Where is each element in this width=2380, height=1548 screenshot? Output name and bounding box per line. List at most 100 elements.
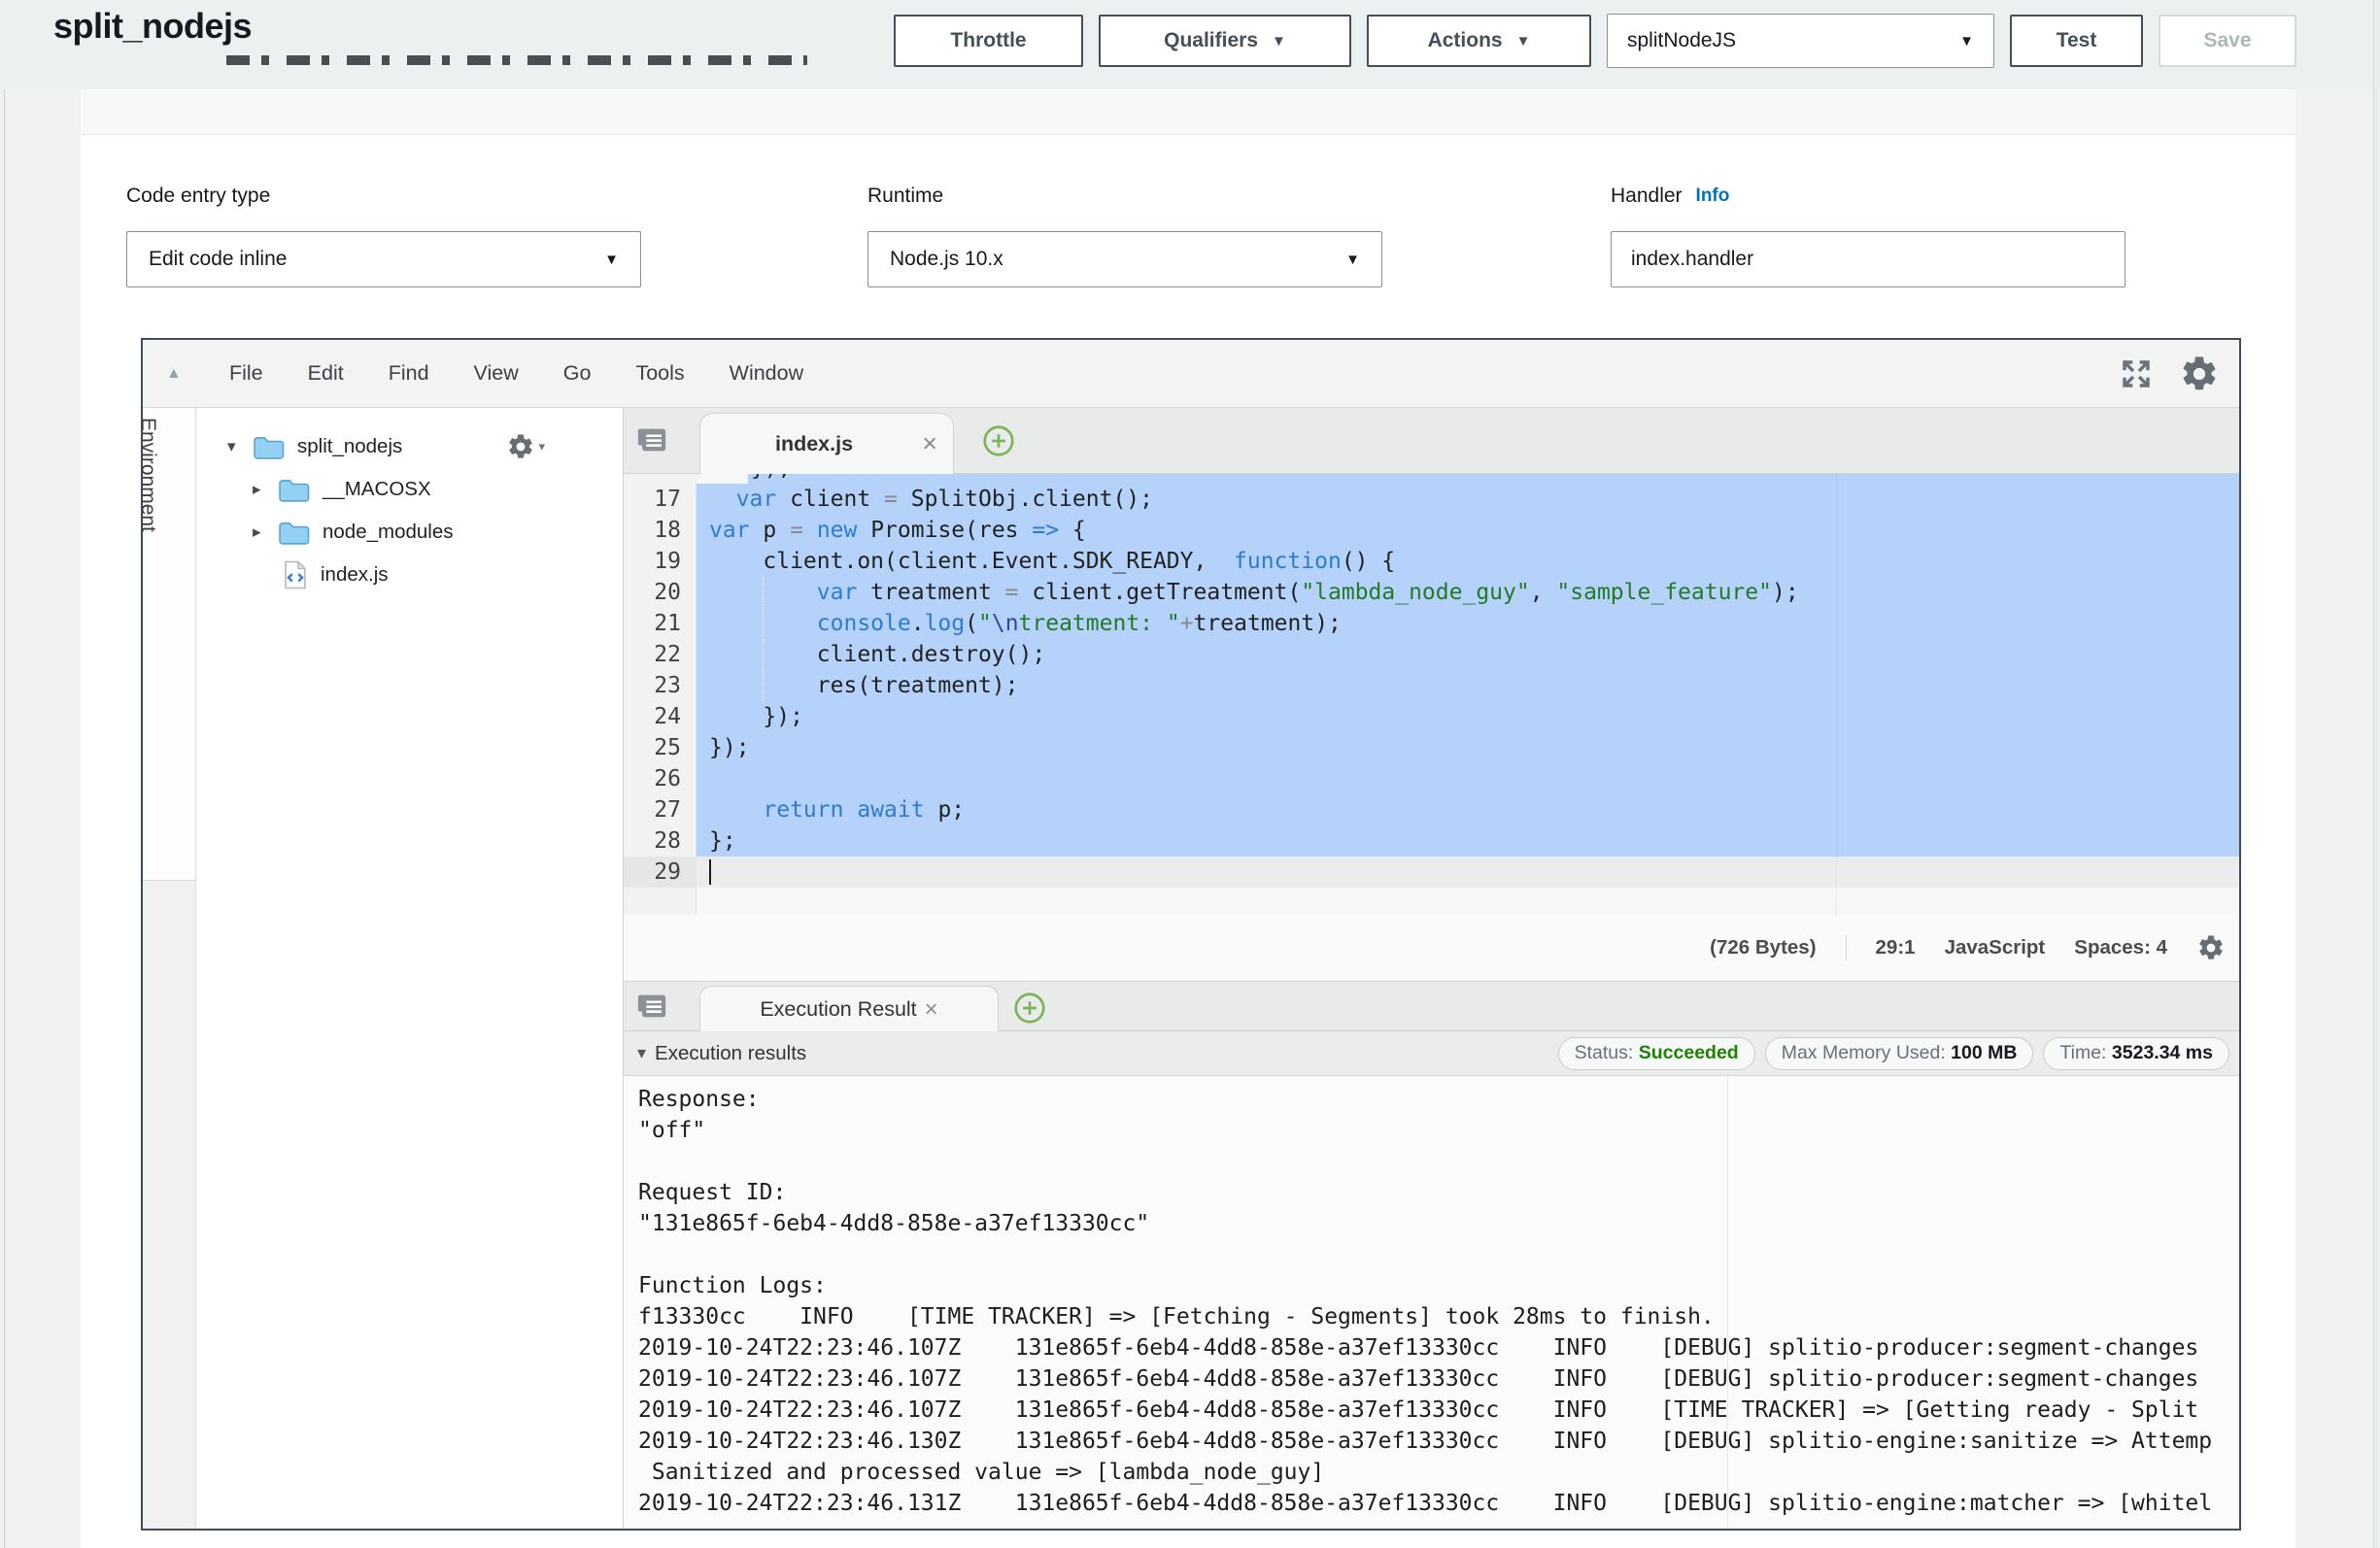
caret-down-icon[interactable]: ▾ [227, 437, 253, 456]
code-line-25[interactable]: 25}); [624, 732, 2239, 763]
indentation-setting[interactable]: Spaces: 4 [2074, 936, 2167, 959]
log-line: 2019-10-24T22:23:46.131Z 131e865f-6eb4-4… [624, 1488, 2239, 1519]
tab-label: Execution Result [760, 997, 916, 1022]
tab-list-icon[interactable] [635, 990, 668, 1023]
close-tab-icon[interactable]: × [922, 429, 937, 459]
card-top-strip [81, 89, 2295, 135]
code-line-24[interactable]: 24 }); [624, 701, 2239, 732]
status-divider [1846, 935, 1847, 960]
menu-item-tools[interactable]: Tools [613, 361, 706, 386]
log-line: Request ID: [624, 1177, 2239, 1208]
close-tab-icon[interactable]: × [925, 996, 938, 1024]
log-line: f13330cc INFO [TIME TRACKER] => [Fetchin… [624, 1301, 2239, 1332]
handler-info-link[interactable]: Info [1696, 185, 1730, 207]
js-file-icon [282, 559, 309, 590]
code-line-23[interactable]: 23 res(treatment); [624, 670, 2239, 701]
code-line-28[interactable]: 28}; [624, 825, 2239, 857]
tab-label: index.js [775, 432, 853, 456]
cursor-position[interactable]: 29:1 [1876, 936, 1916, 959]
menu-item-view[interactable]: View [452, 361, 541, 386]
log-line: "131e865f-6eb4-4dd8-858e-a37ef13330cc" [624, 1208, 2239, 1239]
test-button[interactable]: Test [2010, 15, 2143, 67]
status-gear-icon[interactable] [2196, 933, 2226, 962]
chevron-down-icon: ▼ [604, 252, 619, 268]
log-line: Sanitized and processed value => [lambda… [624, 1457, 2239, 1488]
execution-results-label: Execution results [655, 1042, 806, 1065]
code-entry-type-field: Code entry type Edit code inline ▼ [126, 185, 641, 287]
log-output[interactable]: Response:"off" Request ID:"131e865f-6eb4… [624, 1076, 2239, 1529]
tab-index-js[interactable]: index.js × [699, 413, 954, 474]
log-line: Response: [624, 1084, 2239, 1115]
result-badge: Status: Succeeded [1558, 1037, 1755, 1070]
environment-tab[interactable]: Environment [143, 408, 195, 881]
code-line-20[interactable]: 20 var treatment = client.getTreatment("… [624, 577, 2239, 608]
menu-item-file[interactable]: File [207, 361, 286, 386]
line-number: 28 [624, 825, 697, 857]
save-button[interactable]: Save [2159, 15, 2296, 67]
menu-item-window[interactable]: Window [707, 361, 826, 386]
code-line-29[interactable]: 29 [624, 857, 2239, 888]
fullscreen-icon[interactable] [2119, 356, 2154, 391]
language-mode[interactable]: JavaScript [1945, 936, 2046, 959]
tree-item-label: split_nodejs [297, 435, 402, 458]
caret-right-icon[interactable]: ▸ [253, 480, 278, 499]
handler-field: Handler Info [1611, 185, 2125, 287]
tab-execution-result[interactable]: Execution Result × [699, 986, 999, 1032]
code-line-21[interactable]: 21 console.log("\ntreatment: "+treatment… [624, 608, 2239, 639]
collapse-panel-icon[interactable]: ▲ [166, 365, 182, 383]
new-tab-icon[interactable] [981, 423, 1016, 458]
code-editor[interactable]: }); 17 var client = SplitObj.client();18… [624, 474, 2239, 915]
line-number: 20 [624, 577, 697, 608]
tree-item-index.js[interactable]: index.js [196, 554, 623, 596]
file-tree: ▾split_nodejs▾▸__MACOSX▸node_modulesinde… [196, 408, 624, 1529]
runtime-select[interactable]: Node.js 10.x ▼ [867, 231, 1382, 287]
code-line-18[interactable]: 18var p = new Promise(res => { [624, 515, 2239, 546]
line-number: 18 [624, 515, 697, 546]
code-line-27[interactable]: 27 return await p; [624, 794, 2239, 825]
editor-column: index.js × }); 17 var client = SplitObj.… [624, 408, 2239, 1529]
handler-input[interactable] [1611, 231, 2125, 287]
caret-right-icon[interactable]: ▸ [253, 522, 278, 542]
environment-tab-label: Environment [136, 418, 159, 532]
menu-item-go[interactable]: Go [541, 361, 614, 386]
tab-list-icon[interactable] [635, 423, 668, 456]
file-size: (726 Bytes) [1710, 936, 1816, 959]
page-scrollbar[interactable] [2373, 0, 2380, 1548]
editor-menu-bar: ▲ FileEditFindViewGoToolsWindow [143, 340, 2239, 408]
menu-item-find[interactable]: Find [366, 361, 452, 386]
collapse-results-icon[interactable]: ▾ [637, 1043, 646, 1063]
log-line: 2019-10-24T22:23:46.107Z 131e865f-6eb4-4… [624, 1363, 2239, 1395]
code-line-17[interactable]: 17 var client = SplitObj.client(); [624, 484, 2239, 515]
log-line: "off" [624, 1115, 2239, 1146]
code-line-22[interactable]: 22 client.destroy(); [624, 639, 2239, 670]
code-line-19[interactable]: 19 client.on(client.Event.SDK_READY, fun… [624, 546, 2239, 577]
header-toolbar: Throttle Qualifiers ▼ Actions ▼ splitNod… [894, 14, 2296, 68]
qualifiers-label: Qualifiers [1164, 29, 1258, 52]
tree-item-split_nodejs[interactable]: ▾ split_nodejs ▾ [196, 425, 623, 468]
tree-settings-gear-icon[interactable]: ▾ [506, 432, 545, 461]
code-line-26[interactable]: 26 [624, 763, 2239, 794]
menu-item-edit[interactable]: Edit [286, 361, 366, 386]
qualifiers-button[interactable]: Qualifiers ▼ [1099, 15, 1351, 67]
line-number: 22 [624, 639, 697, 670]
line-number: 27 [624, 794, 697, 825]
tree-item-label: node_modules [323, 521, 454, 544]
test-event-select[interactable]: splitNodeJS ▼ [1607, 14, 1994, 68]
throttle-button[interactable]: Throttle [894, 15, 1083, 67]
menu-items: FileEditFindViewGoToolsWindow [207, 340, 2239, 407]
tree-item-node_modules[interactable]: ▸ node_modules [196, 511, 623, 554]
folder-icon [278, 476, 311, 503]
editor-preferences-gear-icon[interactable] [2179, 353, 2220, 394]
log-line: Function Logs: [624, 1270, 2239, 1301]
new-tab-icon[interactable] [1012, 991, 1047, 1026]
runtime-field: Runtime Node.js 10.x ▼ [867, 185, 1382, 287]
line-number: 19 [624, 546, 697, 577]
page-title: split_nodejs [53, 6, 252, 47]
tree-item-__MACOSX[interactable]: ▸__MACOSX [196, 468, 623, 511]
aws-lambda-function-page: split_nodejs Throttle Qualifiers ▼ Actio… [0, 0, 2380, 1548]
actions-button[interactable]: Actions ▼ [1367, 15, 1591, 67]
code-entry-type-select[interactable]: Edit code inline ▼ [126, 231, 641, 287]
line-number: 26 [624, 763, 697, 794]
log-line: 2019-10-24T22:23:46.107Z 131e865f-6eb4-4… [624, 1395, 2239, 1426]
partial-code-text: }); [751, 474, 792, 484]
